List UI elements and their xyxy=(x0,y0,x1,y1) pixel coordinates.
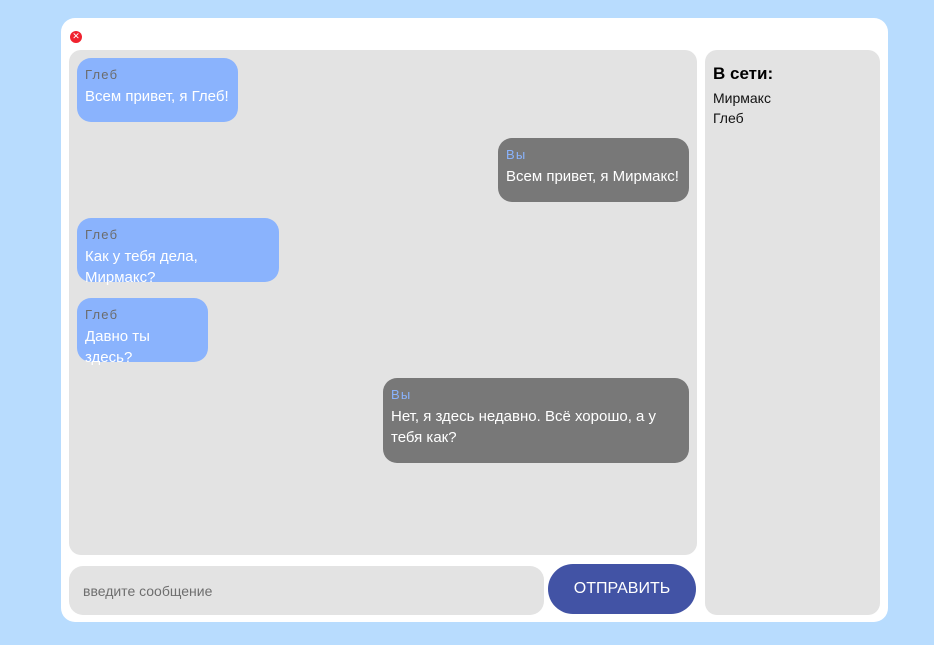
online-title: В сети: xyxy=(713,64,774,83)
message-list[interactable]: Глеб Всем привет, я Глеб! Вы Всем привет… xyxy=(69,50,697,555)
online-users-panel: В сети: Мирмакс Глеб xyxy=(705,50,880,615)
message-bubble: Глеб Давно ты здесь? xyxy=(77,298,208,366)
message-input[interactable] xyxy=(69,566,544,615)
message-text: Как у тебя дела, Мирмакс? xyxy=(85,248,198,286)
message-text: Нет, я здесь недавно. Всё хорошо, а у те… xyxy=(391,408,657,446)
message-author: Глеб xyxy=(85,67,119,82)
message-bubble: Глеб Как у тебя дела, Мирмакс? xyxy=(77,218,279,286)
send-button[interactable]: ОТПРАВИТЬ xyxy=(548,564,696,614)
message-text: Всем привет, я Мирмакс! xyxy=(506,168,679,185)
message-author: Вы xyxy=(506,147,527,162)
message-author: Глеб xyxy=(85,227,119,242)
message-bubble: Вы Всем привет, я Мирмакс! xyxy=(498,138,689,202)
chat-window: ✕ Глеб Всем привет, я Глеб! Вы Всем прив… xyxy=(61,18,888,622)
message-bubble: Вы Нет, я здесь недавно. Всё хорошо, а у… xyxy=(383,378,689,463)
message-text: Всем привет, я Глеб! xyxy=(85,88,229,105)
online-user: Глеб xyxy=(713,110,744,126)
message-bubble: Глеб Всем привет, я Глеб! xyxy=(77,58,238,122)
close-icon[interactable]: ✕ xyxy=(70,31,82,43)
online-user: Мирмакс xyxy=(713,90,771,106)
message-text: Давно ты здесь? xyxy=(85,328,150,366)
message-author: Глеб xyxy=(85,307,119,322)
message-author: Вы xyxy=(391,387,412,402)
